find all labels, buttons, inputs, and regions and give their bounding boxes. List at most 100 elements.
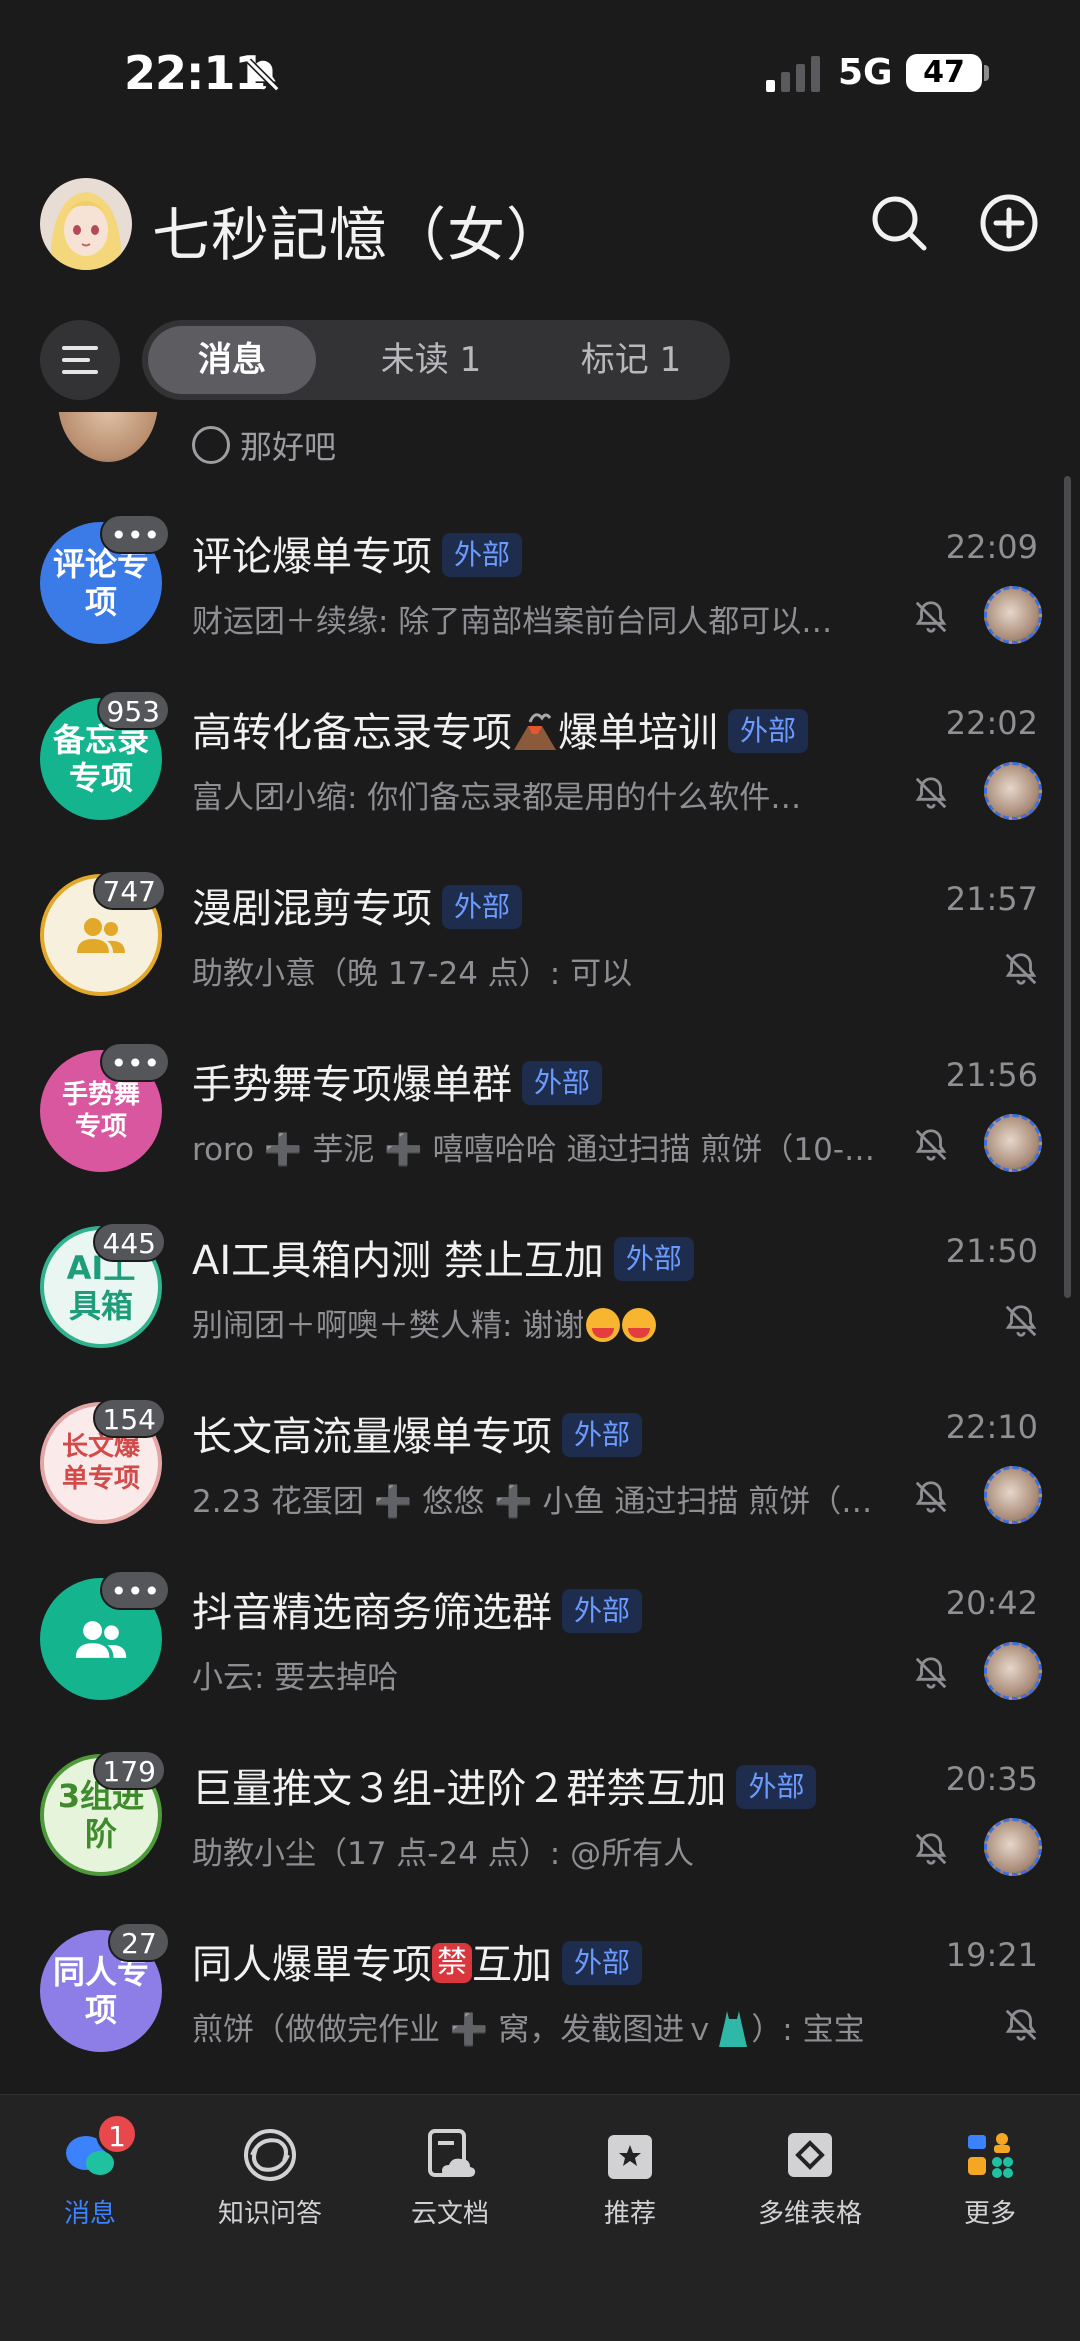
chat-preview: 富人团小缩: 你们备忘录都是用的什么软件… <box>192 780 802 816</box>
chat-name: 高转化备忘录专项 爆单培训 外部 <box>192 700 809 758</box>
chat-preview: 财运团＋续缘: 除了南部档案前台同人都可以… <box>192 604 833 640</box>
group-avatar: 评论专项 ••• <box>40 514 170 644</box>
chat-time: 20:42 <box>945 1584 1038 1622</box>
chat-item[interactable]: 同人专项 27 同人爆單专项禁互加 外部 19:21 煎饼（做做完作业 ➕ 窝，发… <box>0 1890 1080 2066</box>
chat-preview: 那好吧 <box>240 428 337 466</box>
user-avatar[interactable] <box>40 178 132 270</box>
chat-item[interactable]: 备忘录专项 953 高转化备忘录专项 爆单培训 外部 22:02 富人团小缩: 你们… <box>0 658 1080 834</box>
tab-cloud-docs[interactable]: 云文档 <box>360 2125 540 2235</box>
scrollbar[interactable] <box>1064 476 1071 1298</box>
chat-time: 21:56 <box>945 1056 1038 1094</box>
chat-name: 同人爆單专项禁互加 外部 <box>192 1932 643 1990</box>
external-tag: 外部 <box>442 885 523 929</box>
sender-avatar <box>984 1466 1042 1524</box>
more-badge: ••• <box>100 1042 170 1082</box>
tab-recommend[interactable]: 推荐 <box>540 2125 720 2235</box>
sender-avatar <box>984 1114 1042 1172</box>
external-tag: 外部 <box>728 709 809 753</box>
more-badge: ••• <box>100 514 170 554</box>
filter-segmented-control: 消息 未读 1 标记 1 <box>142 320 730 400</box>
external-tag: 外部 <box>442 533 523 577</box>
header: 七秒記憶（女） <box>0 160 1080 290</box>
chat-name: 漫剧混剪专项 外部 <box>192 876 523 934</box>
mute-bell-icon <box>915 777 947 809</box>
tab-label: 更多 <box>963 2199 1016 2229</box>
chat-preview: 助教小意（晚 17-24 点）: 可以 <box>192 956 633 992</box>
cellular-signal-icon <box>766 56 820 92</box>
add-icon[interactable] <box>978 192 1040 254</box>
group-people-icon <box>75 1621 127 1658</box>
avatar-text: 同人专项 <box>52 1953 149 2029</box>
avatar-text: 长文爆单专项 <box>61 1432 140 1494</box>
chat-name: 评论爆单专项 外部 <box>192 524 523 582</box>
more-badge: ••• <box>100 1570 170 1610</box>
chat-name: 长文高流量爆单专项 外部 <box>192 1404 643 1462</box>
chat-item[interactable]: 3组进阶 179 巨量推文３组-进阶２群禁互加 外部 20:35 助教小尘（17 … <box>0 1714 1080 1890</box>
menu-button[interactable] <box>40 320 120 400</box>
sender-avatar <box>984 762 1042 820</box>
external-tag: 外部 <box>562 1413 643 1457</box>
chat-time: 21:57 <box>945 880 1038 918</box>
chat-list[interactable]: 那好吧 评论专项 ••• 评论爆单专项 外部 22:09 财运团＋续缘: 除了南部… <box>0 412 1080 2094</box>
mute-bell-icon <box>915 1129 947 1161</box>
page-title: 七秒記憶（女） <box>152 201 566 269</box>
dress-emoji-icon <box>719 2010 748 2047</box>
tab-multi-table[interactable]: 多维表格 <box>720 2125 900 2235</box>
chat-name: AI工具箱内测 禁止互加 外部 <box>192 1228 694 1286</box>
avatar-text: 手势舞专项 <box>61 1080 140 1142</box>
battery-level: 47 <box>906 54 982 92</box>
chat-preview: 小云: 要去掉哈 <box>192 1660 399 1696</box>
group-people-icon <box>77 918 125 953</box>
group-avatar: 3组进阶 179 <box>40 1750 166 1876</box>
list-item-partial[interactable]: 那好吧 <box>0 412 1080 482</box>
unread-count-badge: 445 <box>92 1222 166 1262</box>
chat-name: 手势舞专项爆单群 外部 <box>192 1052 603 1110</box>
search-icon[interactable] <box>868 192 930 254</box>
mute-bell-icon <box>1005 1305 1037 1337</box>
chat-item[interactable]: 评论专项 ••• 评论爆单专项 外部 22:09 财运团＋续缘: 除了南部档案前台… <box>0 482 1080 658</box>
chat-preview: 煎饼（做做完作业 ➕ 窝，发截图进ｖ）: 宝宝 <box>192 2004 912 2052</box>
external-tag: 外部 <box>562 1589 643 1633</box>
chat-name: 巨量推文３组-进阶２群禁互加 外部 <box>192 1756 817 1814</box>
tab-label: 推荐 <box>603 2199 656 2229</box>
external-tag: 外部 <box>736 1765 817 1809</box>
tab-messages[interactable]: 消息 <box>148 326 316 394</box>
silent-mode-icon <box>246 58 280 92</box>
external-tag: 外部 <box>562 1941 643 1985</box>
avatar-text: 评论专项 <box>52 545 149 621</box>
volcano-emoji-icon <box>514 713 556 750</box>
tab-marked[interactable]: 标记 1 <box>538 326 724 394</box>
mute-bell-icon <box>915 1657 947 1689</box>
group-avatar: 同人专项 27 <box>40 1922 170 2052</box>
chat-item[interactable]: ••• 抖音精选商务筛选群 外部 20:42 小云: 要去掉哈 <box>0 1538 1080 1714</box>
chat-item[interactable]: AI工具箱 445 AI工具箱内测 禁止互加 外部 21:50 别闹团＋啊噢＋樊人… <box>0 1186 1080 1362</box>
status-bar: 22:11 5G 47 <box>0 0 1080 150</box>
chat-time: 22:10 <box>945 1408 1038 1446</box>
chat-time: 22:02 <box>945 704 1038 742</box>
tab-label: 多维表格 <box>757 2199 862 2229</box>
chat-time: 21:50 <box>945 1232 1038 1270</box>
chat-time: 22:09 <box>945 528 1038 566</box>
blushing-emoji-icon <box>622 1307 657 1342</box>
unread-count-badge: 747 <box>92 870 166 910</box>
filter-bar: 消息 未读 1 标记 1 <box>0 318 1080 402</box>
chat-preview: roro ➕ 芋泥 ➕ 嘻嘻哈哈 通过扫描 煎饼（10-… <box>192 1132 876 1168</box>
tab-more[interactable]: 更多 <box>900 2125 1080 2235</box>
avatar-text: 备忘录专项 <box>52 721 149 797</box>
tab-unread[interactable]: 未读 1 <box>338 326 524 394</box>
chat-item[interactable]: 长文爆单专项 154 长文高流量爆单专项 外部 22:10 2.23 花蛋团 ➕ … <box>0 1362 1080 1538</box>
chat-item[interactable]: 手势舞专项 ••• 手势舞专项爆单群 外部 21:56 roro ➕ 芋泥 ➕ 嘻… <box>0 1010 1080 1186</box>
chat-time: 20:35 <box>945 1760 1038 1798</box>
mute-bell-icon <box>915 1481 947 1513</box>
tab-messages-nav[interactable]: 1 消息 <box>0 2113 180 2235</box>
multi-table-icon <box>788 2133 832 2177</box>
tab-knowledge-qa[interactable]: 知识问答 <box>180 2125 360 2235</box>
unread-circle-icon <box>192 426 230 464</box>
group-avatar: 备忘录专项 953 <box>40 690 170 820</box>
tab-label: 消息 <box>63 2199 116 2229</box>
external-tag: 外部 <box>522 1061 603 1105</box>
network-type: 5G <box>838 52 893 93</box>
chat-item[interactable]: 747 漫剧混剪专项 外部 21:57 助教小意（晚 17-24 点）: 可以 <box>0 834 1080 1010</box>
group-avatar: 长文爆单专项 154 <box>40 1398 166 1524</box>
forbidden-chip: 禁 <box>432 1943 472 1983</box>
